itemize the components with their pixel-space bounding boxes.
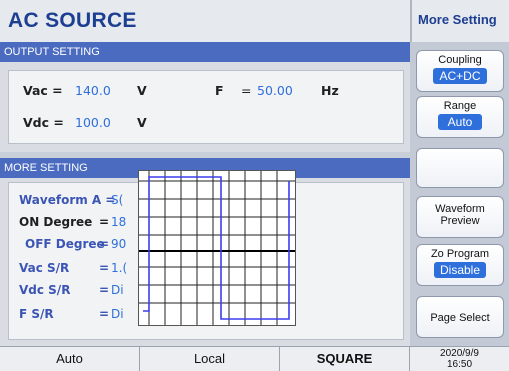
frequency-value[interactable]: 50.00 (257, 83, 293, 98)
waveform-preview-plot (139, 171, 295, 325)
output-setting-header: OUTPUT SETTING (0, 42, 410, 62)
coupling-label: Coupling (438, 54, 482, 66)
frequency-eq: = (241, 83, 252, 98)
vac-unit: V (137, 83, 147, 98)
on-degree-value[interactable]: 18 (111, 215, 126, 229)
zo-program-label: Zo Program (430, 248, 490, 260)
vdc-value[interactable]: 100.0 (75, 115, 111, 130)
on-degree-eq: = (99, 215, 110, 229)
range-value: Auto (437, 114, 483, 130)
zo-program-value: Disable (433, 262, 487, 278)
f-sr-value[interactable]: Di (111, 307, 124, 321)
vdc-sr-label: Vdc S/R (19, 283, 71, 297)
status-time: 16:50 (446, 359, 473, 370)
title-bar: AC SOURCE (0, 0, 410, 42)
output-setting-box: Vac = 140.0 V F = 50.00 Hz Vdc = 100.0 V (8, 70, 404, 144)
status-datetime: 2020/9/9 16:50 (410, 347, 509, 371)
vac-sr-value[interactable]: 1.( (111, 261, 127, 275)
off-degree-value[interactable]: 90 (111, 237, 126, 251)
app-title: AC SOURCE (8, 9, 137, 32)
off-degree-eq: = (99, 237, 110, 251)
page-select-button[interactable]: Page Select (416, 296, 504, 338)
coupling-button[interactable]: Coupling AC+DC (416, 50, 504, 92)
frequency-unit: Hz (321, 83, 339, 98)
f-sr-label: F S/R (19, 307, 54, 321)
status-date: 2020/9/9 (440, 348, 479, 359)
vac-sr-eq: = (99, 261, 110, 275)
waveform-a-label: Waveform A = (19, 193, 116, 207)
vdc-unit: V (137, 115, 147, 130)
waveform-a-value[interactable]: S( (111, 193, 123, 207)
preview-grid (139, 171, 295, 325)
blank-softkey[interactable] (416, 148, 504, 188)
vdc-sr-eq: = (99, 283, 110, 297)
off-degree-label: OFF Degree (25, 237, 105, 251)
vac-label: Vac = (23, 83, 63, 98)
waveform-preview-window (138, 170, 296, 326)
status-bar: Auto Local SQUARE 2020/9/9 16:50 (0, 346, 509, 371)
vdc-sr-value[interactable]: Di (111, 283, 124, 297)
vdc-label: Vdc = (23, 115, 64, 130)
output-setting-panel: OUTPUT SETTING Vac = 140.0 V F = 50.00 H… (0, 42, 410, 152)
more-setting-title: More Setting (410, 0, 509, 42)
softkey-column: Coupling AC+DC Range Auto Waveform Previ… (410, 42, 509, 346)
status-waveform: SQUARE (280, 347, 410, 371)
f-sr-eq: = (99, 307, 110, 321)
status-control: Local (140, 347, 280, 371)
status-mode: Auto (0, 347, 140, 371)
waveform-preview-button[interactable]: Waveform Preview (416, 196, 504, 238)
on-degree-label: ON Degree (19, 215, 93, 229)
waveform-preview-label-2: Preview (440, 215, 480, 227)
waveform-preview-label-1: Waveform (435, 203, 485, 215)
range-label: Range (443, 100, 477, 112)
frequency-label: F (215, 83, 224, 98)
more-setting-title-text: More Setting (418, 12, 497, 27)
vac-sr-label: Vac S/R (19, 261, 70, 275)
range-button[interactable]: Range Auto (416, 96, 504, 138)
coupling-value: AC+DC (433, 68, 487, 84)
vac-value[interactable]: 140.0 (75, 83, 111, 98)
zo-program-button[interactable]: Zo Program Disable (416, 244, 504, 286)
